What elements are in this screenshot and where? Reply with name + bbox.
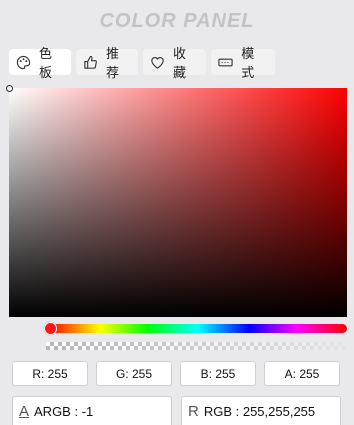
rgb-field[interactable]: R RGB : 255,255,255 xyxy=(181,396,341,425)
tab-mode-label: 模式 xyxy=(241,46,255,80)
tab-favorites[interactable]: 收藏 xyxy=(143,46,206,80)
tab-palette[interactable]: 色板 xyxy=(9,46,71,80)
tab-bar: 色板 推荐 收藏 模式 xyxy=(9,46,275,80)
blue-channel-field[interactable]: B: 255 xyxy=(180,361,256,386)
panel-title: COLOR PANEL xyxy=(99,10,255,32)
argb-value: ARGB : -1 xyxy=(34,403,94,419)
heart-icon xyxy=(150,54,165,70)
channel-values: R: 255 G: 255 B: 255 A: 255 xyxy=(12,361,340,386)
argb-lead-glyph: A xyxy=(19,402,30,420)
red-channel-field[interactable]: R: 255 xyxy=(12,361,88,386)
tab-recommend[interactable]: 推荐 xyxy=(76,46,138,80)
rgb-lead-glyph: R xyxy=(188,402,199,420)
rgb-value: RGB : 255,255,255 xyxy=(203,403,316,419)
tab-favorites-label: 收藏 xyxy=(173,46,187,80)
green-channel-field[interactable]: G: 255 xyxy=(96,361,172,386)
thumbs-up-icon xyxy=(83,54,98,70)
hue-slider[interactable] xyxy=(49,324,347,333)
tab-mode[interactable]: 模式 xyxy=(211,46,275,80)
picker-cursor[interactable] xyxy=(6,85,13,92)
palette-icon xyxy=(16,54,31,70)
tab-recommend-label: 推荐 xyxy=(106,46,120,80)
alpha-slider[interactable] xyxy=(46,342,346,350)
saturation-value-picker[interactable] xyxy=(6,85,347,317)
argb-field[interactable]: A ARGB : -1 xyxy=(12,396,172,425)
hue-slider-thumb[interactable] xyxy=(44,322,57,335)
keyboard-icon xyxy=(218,54,233,70)
alpha-channel-field[interactable]: A: 255 xyxy=(264,361,340,386)
tab-palette-label: 色板 xyxy=(39,46,53,80)
